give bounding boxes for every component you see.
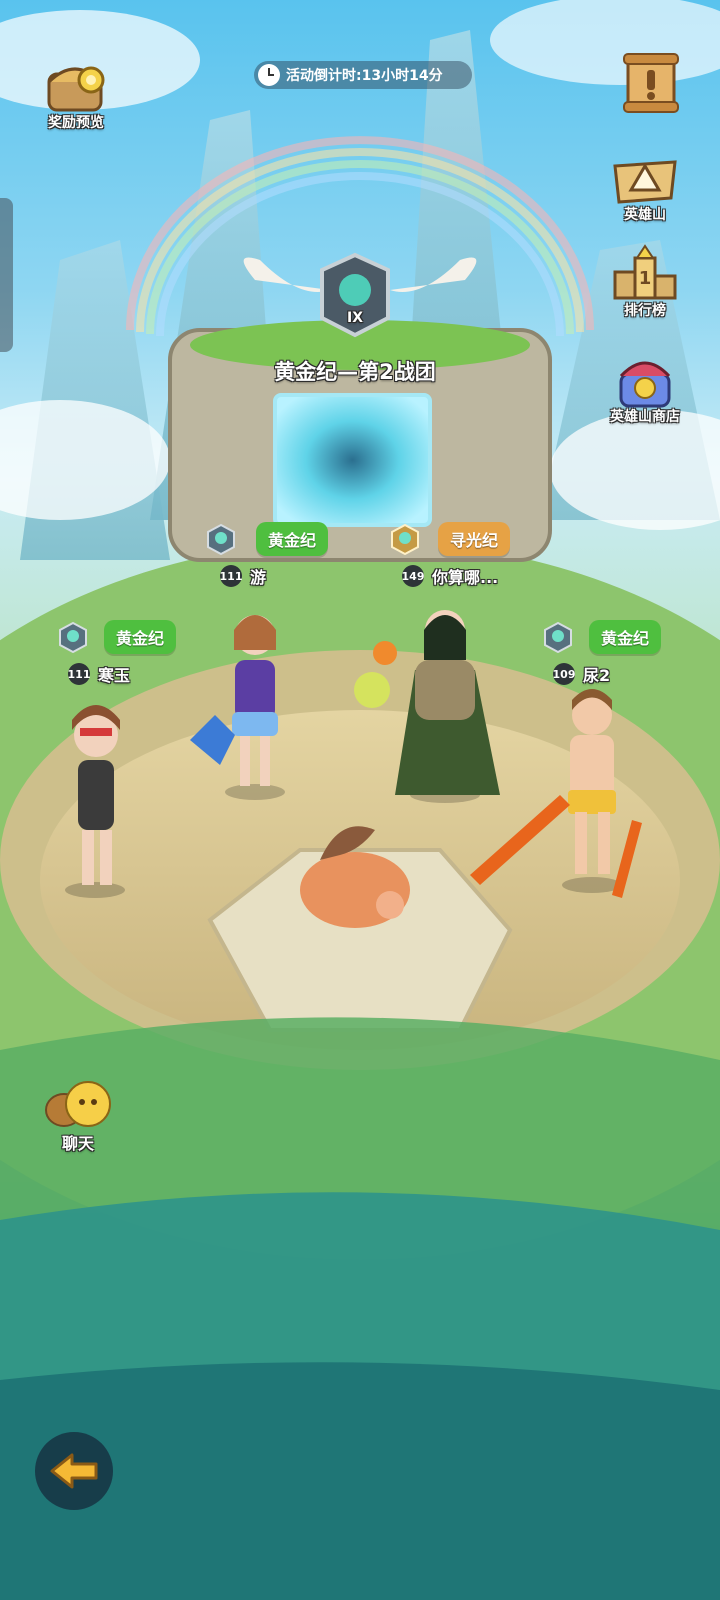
hero-mountain-label: 英雄山 [624, 207, 666, 223]
back-arrow-icon [50, 1453, 98, 1489]
player-name: 你算哪... [432, 568, 499, 587]
hero-mountain-button[interactable]: 英雄山 [604, 146, 686, 224]
character-hanyu [65, 705, 125, 898]
guild-name: 黄金纪 [589, 620, 661, 654]
scroll-mountain-icon [613, 160, 677, 204]
characters-layer [65, 610, 642, 898]
rules-button[interactable] [622, 52, 680, 114]
svg-text:1: 1 [639, 268, 652, 289]
event-countdown: 活动倒计时:13小时14分 [254, 61, 472, 89]
reward-preview-label: 奖励预览 [48, 115, 104, 131]
hero-mountain-shop-label: 英雄山商店 [610, 409, 680, 425]
character-you [190, 615, 285, 800]
player-name: 游 [250, 568, 267, 587]
side-drawer-handle[interactable] [0, 198, 13, 352]
shop-icon [619, 361, 671, 408]
player-name: 寒玉 [98, 666, 131, 685]
guild-rank-emblem-text: IX [346, 310, 363, 326]
gate-title: 黄金纪—第2战团 [274, 360, 436, 384]
player-level: 109 [553, 663, 575, 685]
back-button[interactable] [35, 1432, 113, 1510]
player-tag-hanyu[interactable]: 黄金纪 111 寒玉 [58, 620, 176, 686]
chat-bubbles-icon [45, 1081, 111, 1127]
player-level: 111 [220, 565, 242, 587]
player-tag-niao2[interactable]: 黄金纪 109 尿2 [543, 620, 661, 686]
guild-name: 寻光纪 [438, 522, 510, 556]
event-countdown-text: 活动倒计时:13小时14分 [286, 68, 443, 84]
player-level: 149 [402, 565, 424, 587]
character-nisuanna [354, 610, 500, 803]
reward-preview-button[interactable]: 奖励预览 [38, 52, 114, 132]
guild-name: 黄金纪 [104, 620, 176, 654]
rank-badge-icon [207, 523, 235, 555]
hero-mountain-shop-button[interactable]: 英雄山商店 [598, 352, 692, 426]
leaderboard-button[interactable]: 1 排行榜 [604, 244, 686, 320]
guild-rank-emblem: IX [322, 255, 388, 335]
treasure-chest-icon [47, 66, 105, 112]
rank-badge-icon [391, 523, 419, 555]
podium-icon: 1 [613, 244, 677, 300]
chat-label: 聊天 [61, 1134, 94, 1153]
game-scene: 活动倒计时:13小时14分 奖励预览 英雄山 1 排行榜 英雄山商店 黄金纪—第… [0, 0, 720, 1600]
exclamation-scroll-icon [623, 53, 679, 113]
rank-badge-icon [59, 621, 87, 653]
player-name: 尿2 [583, 666, 611, 685]
chat-button[interactable]: 聊天 [38, 1078, 118, 1154]
rank-badge-icon [544, 621, 572, 653]
clock-icon [258, 64, 280, 86]
leaderboard-label: 排行榜 [624, 303, 666, 319]
player-tag-you[interactable]: 黄金纪 111 游 [206, 522, 328, 588]
guild-name: 黄金纪 [256, 522, 328, 556]
player-tag-nisuanna[interactable]: 寻光纪 149 你算哪... [390, 522, 510, 588]
player-level: 111 [68, 663, 90, 685]
